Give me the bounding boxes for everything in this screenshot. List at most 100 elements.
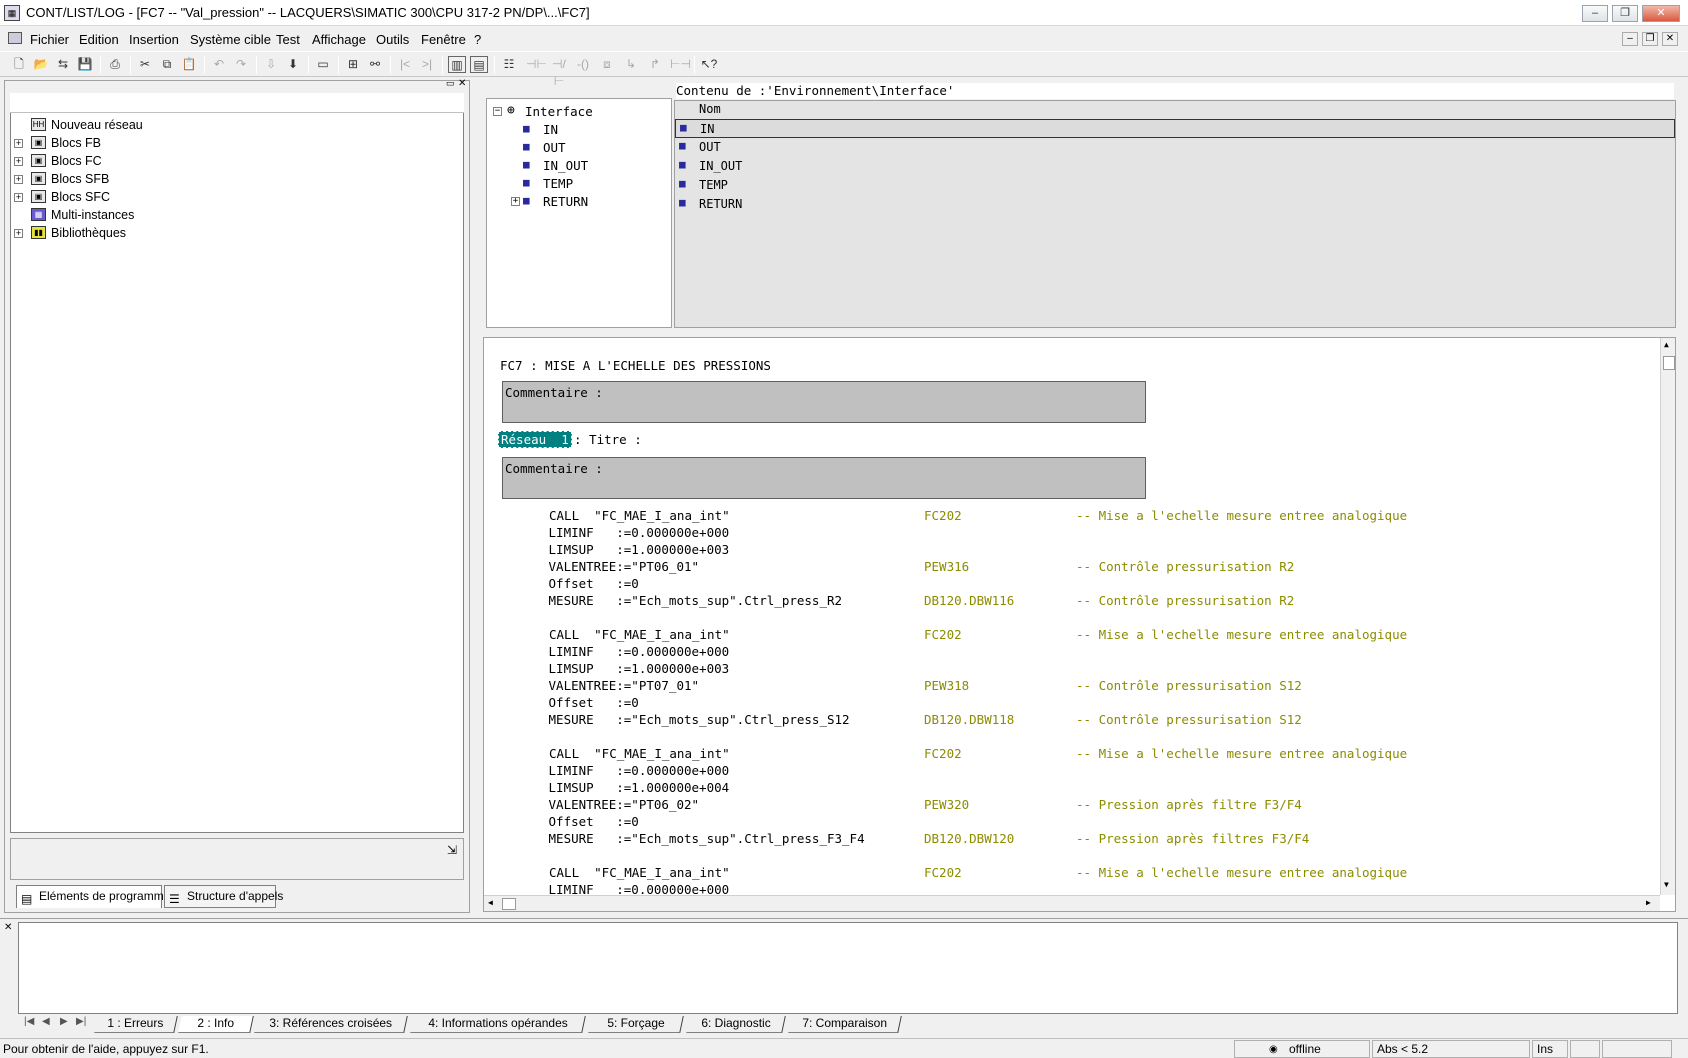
scroll-thumb[interactable] <box>1663 356 1675 370</box>
detail-icon[interactable]: ▤ <box>470 56 488 73</box>
mdi-restore-button[interactable]: ❐ <box>1642 32 1658 46</box>
copy-icon[interactable]: ⧉ <box>158 56 176 73</box>
open-online-icon[interactable]: ⇆ <box>54 56 72 73</box>
code-line[interactable]: CALL "FC_MAE_I_ana_int" <box>549 508 730 523</box>
output-tab-4[interactable]: 4: Informations opérandes <box>410 1016 586 1033</box>
code-line[interactable]: VALENTREE:="PT06_01" <box>541 559 700 574</box>
expand-icon[interactable]: + <box>14 229 23 238</box>
save-icon[interactable]: 💾 <box>76 56 94 73</box>
prev-tab-icon[interactable]: ◀ <box>42 1016 50 1027</box>
help-pointer-icon[interactable]: ↖? <box>700 56 718 73</box>
coil-icon[interactable]: -() <box>574 56 592 73</box>
block-comment-box[interactable]: Commentaire : <box>502 381 1146 423</box>
network-label[interactable]: Réseau 1 <box>498 431 572 448</box>
code-line[interactable]: LIMINF :=0.000000e+000 <box>541 644 730 659</box>
download-icon[interactable]: ⬇ <box>284 56 302 73</box>
column-header-nom[interactable]: Nom <box>675 101 1675 117</box>
expand-icon[interactable]: + <box>14 157 23 166</box>
connection-icon[interactable]: ⊢⊣ <box>670 56 691 73</box>
undo-icon[interactable]: ↶ <box>210 56 228 73</box>
menu-fenetre[interactable]: Fenêtre <box>421 32 466 47</box>
expand-icon[interactable]: + <box>14 139 23 148</box>
hscroll-thumb[interactable] <box>502 898 516 910</box>
last-tab-icon[interactable]: ▶| <box>76 1016 86 1027</box>
list-item[interactable]: ■ RETURN <box>675 195 1675 214</box>
document-icon[interactable] <box>8 32 22 44</box>
horizontal-scrollbar[interactable]: ◀ ▶ <box>484 895 1660 911</box>
output-close-button[interactable]: ✕ <box>4 922 12 933</box>
panel-close-button[interactable]: ✕ <box>458 78 468 89</box>
scroll-down-icon[interactable]: ▼ <box>1664 880 1669 889</box>
code-editor[interactable]: FC7 : MISE A L'ECHELLE DES PRESSIONS Com… <box>483 337 1676 912</box>
menu-help[interactable]: ? <box>474 32 481 47</box>
code-line[interactable]: LIMINF :=0.000000e+000 <box>541 763 730 778</box>
scroll-right-icon[interactable]: ▶ <box>1646 898 1651 907</box>
overview-icon[interactable]: ▥ <box>448 56 466 73</box>
first-tab-icon[interactable]: |◀ <box>24 1016 34 1027</box>
first-icon[interactable]: |< <box>396 56 414 73</box>
network-view-icon[interactable]: ⊞ <box>344 56 362 73</box>
mdi-close-button[interactable]: ✕ <box>1662 32 1678 46</box>
code-line[interactable]: CALL "FC_MAE_I_ana_int" <box>549 746 730 761</box>
output-tab-6[interactable]: 6: Diagnostic <box>686 1016 786 1033</box>
menu-test[interactable]: Test <box>276 32 300 47</box>
close-button[interactable]: ✕ <box>1642 5 1680 22</box>
tab-elements-de-programme[interactable]: ▤ Eléments de programme <box>16 885 170 908</box>
branch-open-icon[interactable]: ↳ <box>622 56 640 73</box>
branch-close-icon[interactable]: ↱ <box>646 56 664 73</box>
expand-icon[interactable]: + <box>14 193 23 202</box>
code-line[interactable]: MESURE :="Ech_mots_sup".Ctrl_press_F3_F4 <box>541 831 865 846</box>
list-item[interactable]: ■ IN_OUT <box>675 157 1675 176</box>
contact-no-icon[interactable]: ⊣⊢ <box>526 56 547 73</box>
mdi-minimize-button[interactable]: – <box>1622 32 1638 46</box>
output-tab-2[interactable]: 2 : Info <box>178 1016 254 1033</box>
expand-icon[interactable]: + <box>511 197 520 206</box>
scroll-up-icon[interactable]: ▲ <box>1664 340 1669 349</box>
minimize-button[interactable]: – <box>1582 5 1608 22</box>
menu-edition[interactable]: Edition <box>79 32 119 47</box>
output-tab-5[interactable]: 5: Forçage <box>588 1016 684 1033</box>
code-line[interactable]: Offset :=0 <box>541 576 639 591</box>
tab-structure-appels[interactable]: ☰ Structure d'appels <box>164 885 283 908</box>
insert-element-icon[interactable]: ⇲ <box>443 843 461 861</box>
next-tab-icon[interactable]: ▶ <box>60 1016 68 1027</box>
menu-insertion[interactable]: Insertion <box>129 32 179 47</box>
menu-affichage[interactable]: Affichage <box>312 32 366 47</box>
code-line[interactable]: CALL "FC_MAE_I_ana_int" <box>549 865 730 880</box>
list-item[interactable]: ■ IN <box>675 119 1675 138</box>
collapse-icon[interactable]: − <box>493 107 502 116</box>
output-tab-1[interactable]: 1 : Erreurs <box>94 1016 178 1033</box>
load-icon[interactable]: ⇩ <box>262 56 280 73</box>
code-line[interactable]: MESURE :="Ech_mots_sup".Ctrl_press_S12 <box>541 712 850 727</box>
code-line[interactable]: LIMSUP :=1.000000e+004 <box>541 780 730 795</box>
network-comment-box[interactable]: Commentaire : <box>502 457 1146 499</box>
panel-restore-button[interactable]: ▭ <box>446 78 456 89</box>
menu-systeme-cible[interactable]: Système cible <box>190 32 271 47</box>
new-icon[interactable]: 🗋 <box>10 56 28 73</box>
code-line[interactable]: Offset :=0 <box>541 814 639 829</box>
output-tab-7[interactable]: 7: Comparaison <box>788 1016 902 1033</box>
open-icon[interactable]: 📂 <box>32 56 50 73</box>
list-item[interactable]: ■ OUT <box>675 138 1675 157</box>
code-line[interactable]: LIMINF :=0.000000e+000 <box>541 525 730 540</box>
cut-icon[interactable]: ✂ <box>136 56 154 73</box>
code-line[interactable]: LIMSUP :=1.000000e+003 <box>541 661 730 676</box>
network-insert-icon[interactable]: ☷ <box>500 56 518 73</box>
box-icon[interactable]: ⧈ <box>598 56 616 73</box>
last-icon[interactable]: >| <box>418 56 436 73</box>
code-line[interactable]: Offset :=0 <box>541 695 639 710</box>
paste-icon[interactable]: 📋 <box>180 56 198 73</box>
scroll-left-icon[interactable]: ◀ <box>488 898 493 907</box>
maximize-button[interactable]: ❐ <box>1612 5 1638 22</box>
monitor-icon[interactable]: ▭ <box>314 56 332 73</box>
code-line[interactable]: MESURE :="Ech_mots_sup".Ctrl_press_R2 <box>541 593 843 608</box>
output-text-area[interactable] <box>18 922 1678 1014</box>
code-line[interactable]: LIMSUP :=1.000000e+003 <box>541 542 730 557</box>
expand-icon[interactable]: + <box>14 175 23 184</box>
code-line[interactable]: VALENTREE:="PT06_02" <box>541 797 700 812</box>
output-tab-3[interactable]: 3: Références croisées <box>254 1016 408 1033</box>
menu-outils[interactable]: Outils <box>376 32 409 47</box>
redo-icon[interactable]: ↷ <box>232 56 250 73</box>
print-icon[interactable]: ⎙ <box>106 56 124 73</box>
menu-fichier[interactable]: Fichier <box>30 32 69 47</box>
